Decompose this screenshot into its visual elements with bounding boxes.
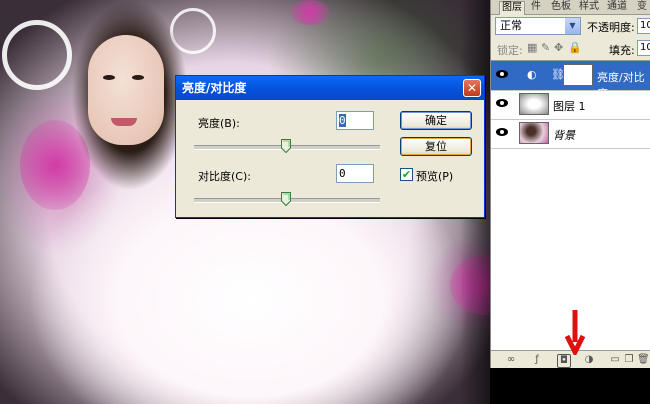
link-layers-icon[interactable]: ∞ bbox=[505, 354, 517, 366]
tab-more[interactable]: 变 bbox=[635, 1, 649, 14]
eye bbox=[132, 75, 144, 80]
close-button[interactable]: ✕ bbox=[463, 79, 481, 97]
tab-styles[interactable]: 样式 bbox=[577, 1, 601, 14]
layer-name: 背景 bbox=[553, 129, 575, 142]
layer-row[interactable]: 图层 1 bbox=[491, 90, 650, 120]
layer-thumbnail[interactable] bbox=[519, 122, 549, 144]
layer-row[interactable]: ◐ ⛓ 亮度/对比度 bbox=[491, 61, 650, 100]
dialog-title: 亮度/对比度 bbox=[182, 81, 247, 95]
tab-layers[interactable]: 图层 bbox=[499, 1, 525, 15]
red-arrow-annotation bbox=[565, 310, 585, 355]
opacity-input[interactable]: 10 bbox=[637, 18, 650, 34]
layers-list: ◐ ⛓ 亮度/对比度 图层 1 背景 bbox=[491, 60, 650, 351]
layer-row[interactable]: 背景 bbox=[491, 119, 650, 149]
decorative-ring bbox=[2, 20, 72, 90]
new-adjustment-layer-icon[interactable]: ◑ bbox=[583, 354, 595, 366]
layer-name: 图层 1 bbox=[553, 100, 586, 113]
delete-layer-icon[interactable]: 🗑 bbox=[637, 354, 650, 366]
brightness-slider-thumb[interactable] bbox=[281, 139, 291, 153]
adjustment-layer-icon: ◐ bbox=[527, 68, 537, 81]
brightness-input[interactable]: 0 bbox=[336, 111, 374, 130]
layer-style-icon[interactable]: ƒ bbox=[531, 354, 543, 366]
tab-swatches[interactable]: 色板 bbox=[549, 1, 573, 14]
mouth bbox=[111, 118, 137, 126]
ok-button[interactable]: 确定 bbox=[400, 111, 472, 130]
panel-tabs: 图层 件 色板 样式 通道 变 bbox=[491, 0, 650, 15]
add-mask-icon[interactable]: ◘ bbox=[557, 354, 571, 368]
opacity-label: 不透明度: bbox=[587, 21, 635, 34]
tab-channels[interactable]: 通道 bbox=[605, 1, 629, 14]
reset-button[interactable]: 复位 bbox=[400, 137, 472, 156]
fill-label: 填充: bbox=[609, 44, 635, 57]
dialog-titlebar[interactable]: 亮度/对比度 ✕ bbox=[176, 76, 484, 100]
visibility-eye-icon[interactable] bbox=[496, 128, 508, 136]
visibility-eye-icon[interactable] bbox=[496, 70, 508, 78]
contrast-input[interactable]: 0 bbox=[336, 164, 374, 183]
brightness-contrast-dialog: 亮度/对比度 ✕ 亮度(B): 0 对比度(C): 0 确定 复位 ✔ 预览(P… bbox=[175, 75, 485, 218]
chevron-down-icon[interactable]: ▼ bbox=[565, 18, 580, 34]
tab-files[interactable]: 件 bbox=[529, 1, 543, 14]
layer-mask-thumbnail[interactable] bbox=[563, 64, 593, 86]
lock-all-icon[interactable]: 🔒 bbox=[568, 41, 582, 54]
fill-input[interactable]: 10 bbox=[637, 40, 650, 56]
empty-area bbox=[490, 368, 650, 404]
lock-label: 锁定: bbox=[497, 44, 523, 57]
preview-checkbox[interactable]: ✔ bbox=[400, 168, 413, 181]
lock-paint-icon[interactable]: ✎ bbox=[541, 41, 550, 54]
new-group-icon[interactable]: ▭ bbox=[609, 354, 621, 366]
preview-label: 预览(P) bbox=[416, 170, 454, 183]
layer-thumbnail[interactable] bbox=[519, 93, 549, 115]
face bbox=[88, 35, 164, 145]
contrast-slider-thumb[interactable] bbox=[281, 192, 291, 206]
lock-move-icon[interactable]: ✥ bbox=[554, 41, 563, 54]
blend-mode-select[interactable]: 正常 ▼ bbox=[495, 17, 581, 35]
new-layer-icon[interactable]: ❐ bbox=[623, 354, 635, 366]
pink-flower bbox=[290, 0, 330, 25]
contrast-label: 对比度(C): bbox=[198, 170, 251, 183]
eye bbox=[103, 75, 115, 80]
brightness-label: 亮度(B): bbox=[198, 117, 240, 130]
lock-transparent-icon[interactable]: ▦ bbox=[527, 41, 537, 54]
visibility-eye-icon[interactable] bbox=[496, 99, 508, 107]
